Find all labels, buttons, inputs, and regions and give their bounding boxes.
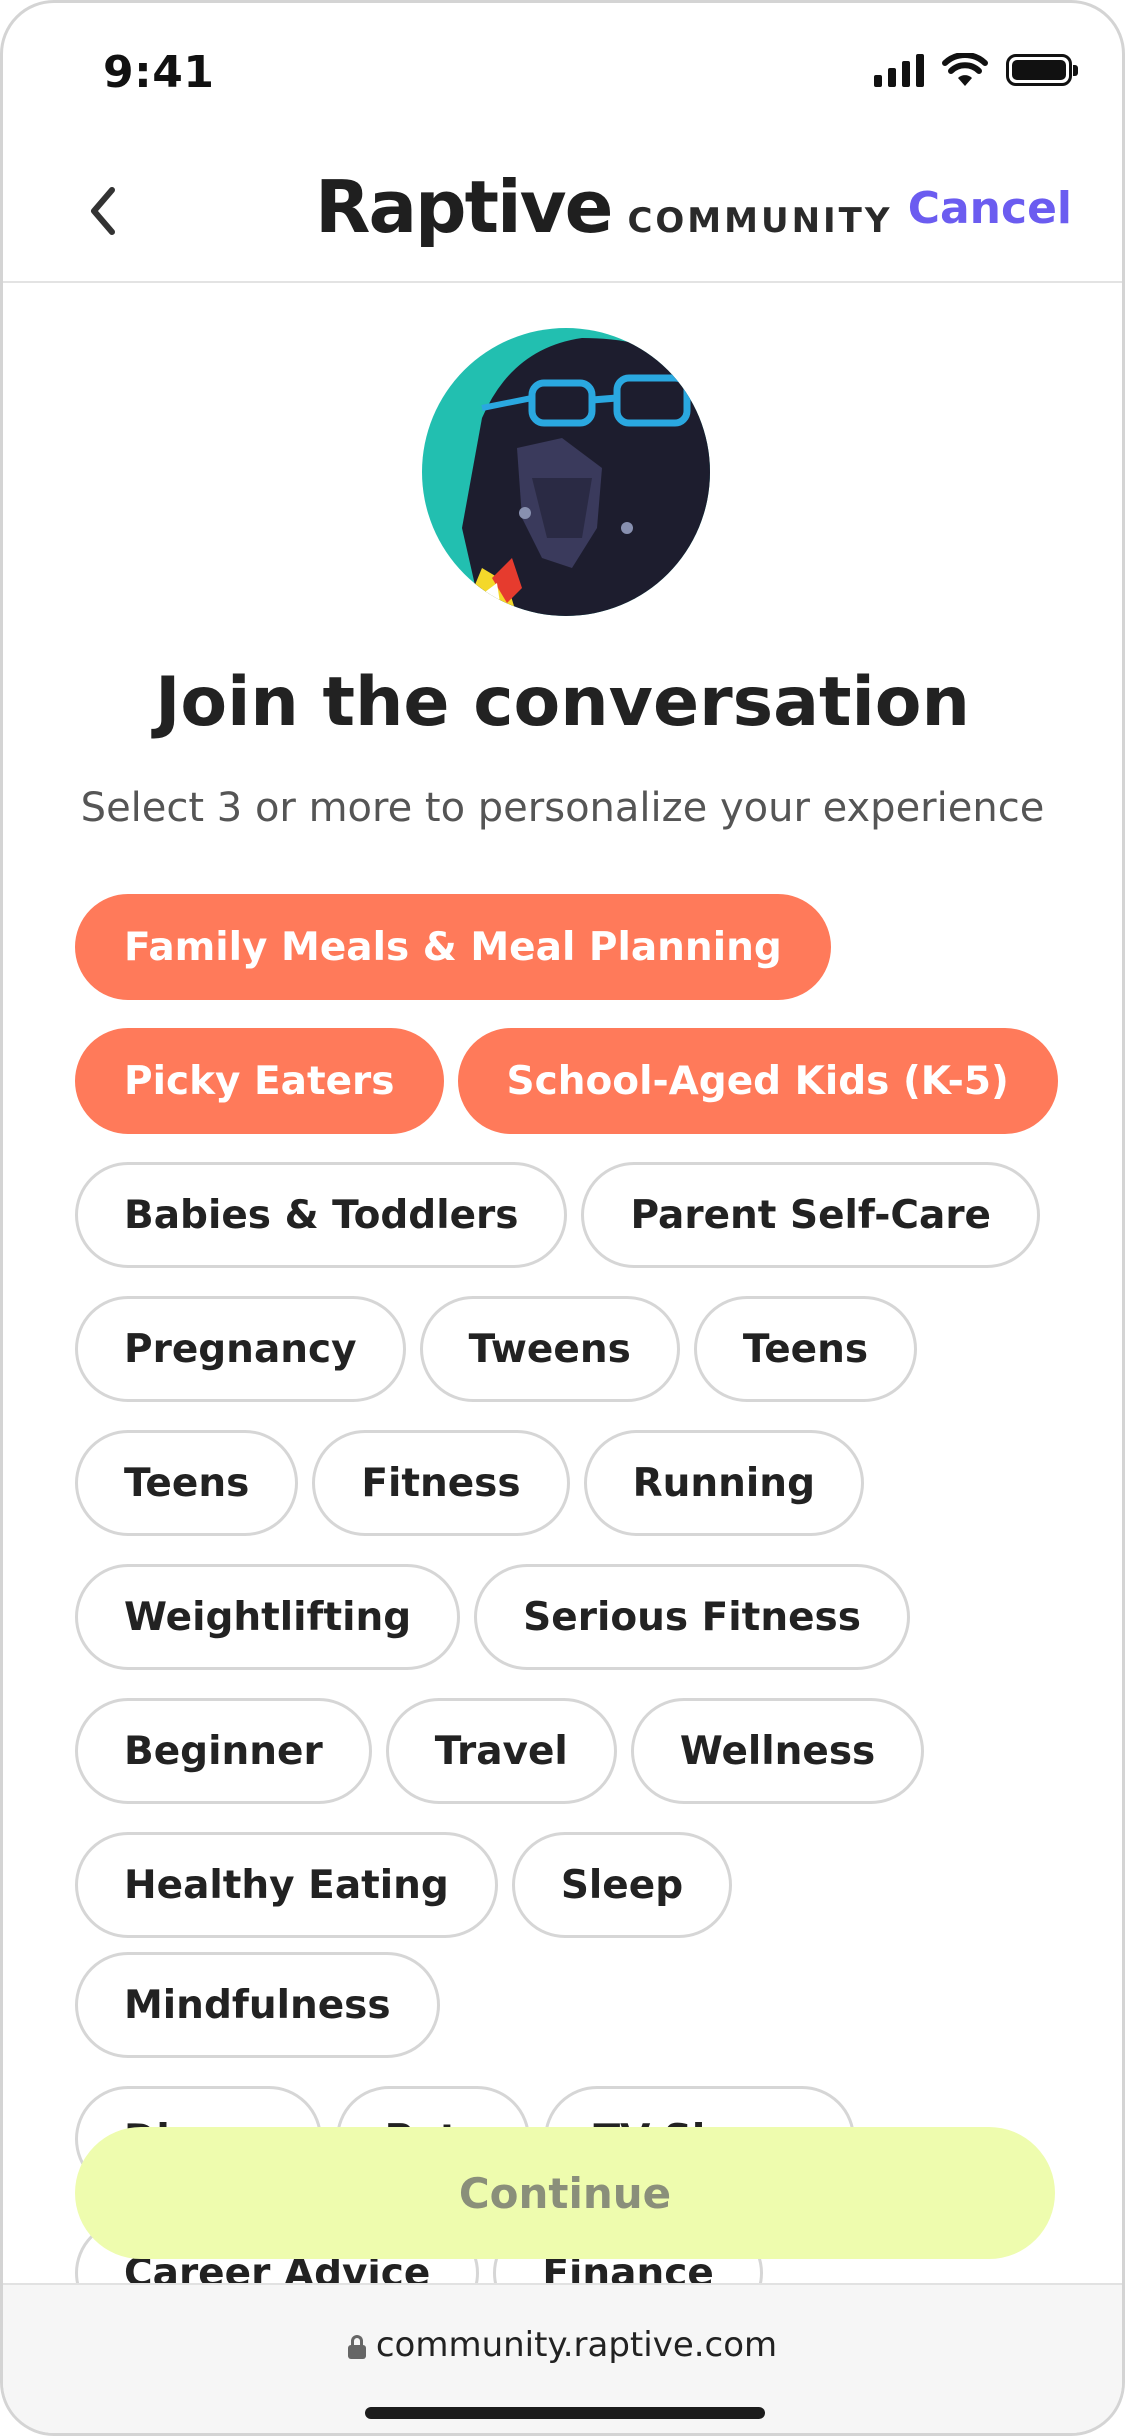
wifi-icon bbox=[942, 53, 988, 86]
topic-chip[interactable]: Travel bbox=[385, 1698, 617, 1804]
topic-chip[interactable]: Healthy Eating bbox=[75, 1832, 498, 1938]
topic-chip[interactable]: Pregnancy bbox=[75, 1296, 406, 1402]
raptive-community-logo: Raptive COMMUNITY bbox=[315, 165, 893, 249]
topic-chip[interactable]: Teens bbox=[75, 1430, 299, 1536]
topic-chip[interactable]: Sleep bbox=[511, 1832, 733, 1938]
topic-chip[interactable]: Babies & Toddlers bbox=[75, 1162, 568, 1268]
status-icons bbox=[874, 53, 1078, 87]
avatar bbox=[422, 328, 710, 616]
topic-chip[interactable]: Fitness bbox=[312, 1430, 570, 1536]
topic-chip[interactable]: Running bbox=[583, 1430, 864, 1536]
topic-chip[interactable]: Family Meals & Meal Planning bbox=[75, 894, 831, 1000]
home-indicator[interactable] bbox=[365, 2407, 765, 2419]
topic-chip-list: Family Meals & Meal Planning Picky Eater… bbox=[75, 894, 1065, 2326]
topic-chip[interactable]: Teens bbox=[693, 1296, 918, 1402]
topic-chip[interactable]: Wellness bbox=[630, 1698, 925, 1804]
signal-icon bbox=[874, 53, 924, 87]
page-subtitle: Select 3 or more to personalize your exp… bbox=[80, 785, 1045, 831]
topic-chip[interactable]: Parent Self-Care bbox=[581, 1162, 1041, 1268]
topic-chip[interactable]: Beginner bbox=[75, 1698, 372, 1804]
topic-chip[interactable]: Serious Fitness bbox=[474, 1564, 910, 1670]
app-header: Raptive COMMUNITY Cancel bbox=[3, 143, 1122, 283]
topic-chip[interactable]: Picky Eaters bbox=[75, 1028, 444, 1134]
lock-icon bbox=[347, 2335, 366, 2359]
topic-chip[interactable]: Weightlifting bbox=[75, 1564, 461, 1670]
status-bar: 9:41 bbox=[3, 3, 1122, 143]
back-button[interactable] bbox=[73, 181, 133, 241]
cancel-button[interactable]: Cancel bbox=[908, 183, 1072, 234]
topic-chip[interactable]: School-Aged Kids (K-5) bbox=[457, 1028, 1058, 1134]
topic-chip[interactable]: Mindfulness bbox=[75, 1952, 440, 2058]
url-row[interactable]: community.raptive.com bbox=[3, 2325, 1122, 2365]
topic-chip[interactable]: Tweens bbox=[419, 1296, 680, 1402]
chevron-left-icon bbox=[91, 187, 115, 235]
logo-wordmark: Raptive bbox=[315, 165, 613, 249]
page-title: Join the conversation bbox=[155, 663, 970, 742]
url-text: community.raptive.com bbox=[375, 2325, 778, 2365]
browser-address-bar: community.raptive.com bbox=[3, 2283, 1122, 2433]
phone-frame: 9:41 Raptive COMMUNITY Cancel Join the c… bbox=[0, 0, 1125, 2436]
battery-icon bbox=[1006, 54, 1078, 86]
avatar-image bbox=[422, 328, 710, 616]
logo-subtitle: COMMUNITY bbox=[627, 201, 893, 241]
status-time: 9:41 bbox=[103, 47, 215, 98]
continue-button[interactable]: Continue bbox=[75, 2127, 1055, 2259]
